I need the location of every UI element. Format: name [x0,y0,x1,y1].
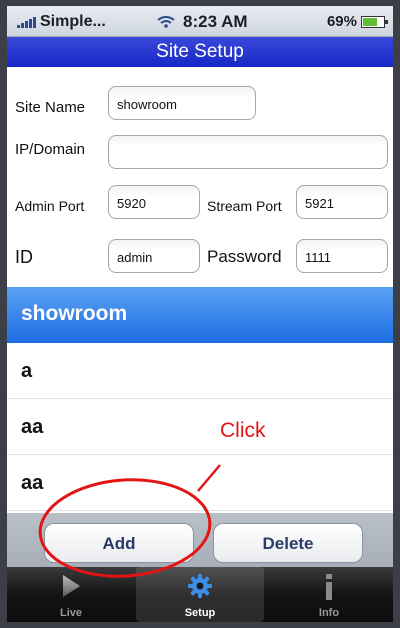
admin-port-field[interactable]: 5920 [108,185,200,219]
tab-bar: Live Setup Info [7,567,393,622]
site-list: showroom a aa aa [7,287,393,513]
site-name-label: Site Name [15,99,86,116]
tab-label: Info [318,607,340,619]
status-bar: Simple... 8:23 AM 69% [7,6,393,37]
click-annotation-text: Click [220,419,266,442]
signal-icon [17,16,36,28]
info-icon [326,574,332,600]
nav-bar: Site Setup [7,37,393,67]
password-field[interactable]: 1111 [296,239,388,273]
site-form: Site Name showroom IP/Domain Admin Port … [7,68,393,296]
id-field[interactable]: admin [108,239,200,273]
ip-domain-field[interactable] [108,135,388,169]
page-title: Site Setup [156,41,244,62]
battery-percent: 69% [326,13,357,30]
iphone-screen: Simple... 8:23 AM 69% Site Setup Site Na… [7,6,393,622]
tab-live[interactable]: Live [7,567,135,622]
battery-icon [361,15,388,28]
play-icon [63,575,80,597]
list-item[interactable]: aa [7,399,393,455]
list-item[interactable]: a [7,343,393,399]
stream-port-field[interactable]: 5921 [296,185,388,219]
button-bar: Add Delete [7,513,393,567]
delete-button[interactable]: Delete [213,523,363,563]
password-label: Password [207,247,282,266]
stream-port-label: Stream Port [207,198,282,214]
wifi-icon [157,16,175,28]
clock: 8:23 AM [183,12,248,31]
list-item[interactable]: aa [7,455,393,511]
site-name-field[interactable]: showroom [108,86,256,120]
carrier-name: Simple... [40,13,106,30]
list-item-selected[interactable]: showroom [7,287,393,343]
id-label: ID [15,247,33,267]
tab-info[interactable]: Info [265,567,393,622]
tab-label: Setup [184,607,216,619]
tab-label: Live [59,607,82,619]
admin-port-label: Admin Port [15,198,85,214]
tab-setup[interactable]: Setup [136,567,264,622]
gear-icon [188,574,212,598]
ip-domain-label: IP/Domain [15,141,86,158]
add-button[interactable]: Add [44,523,194,563]
